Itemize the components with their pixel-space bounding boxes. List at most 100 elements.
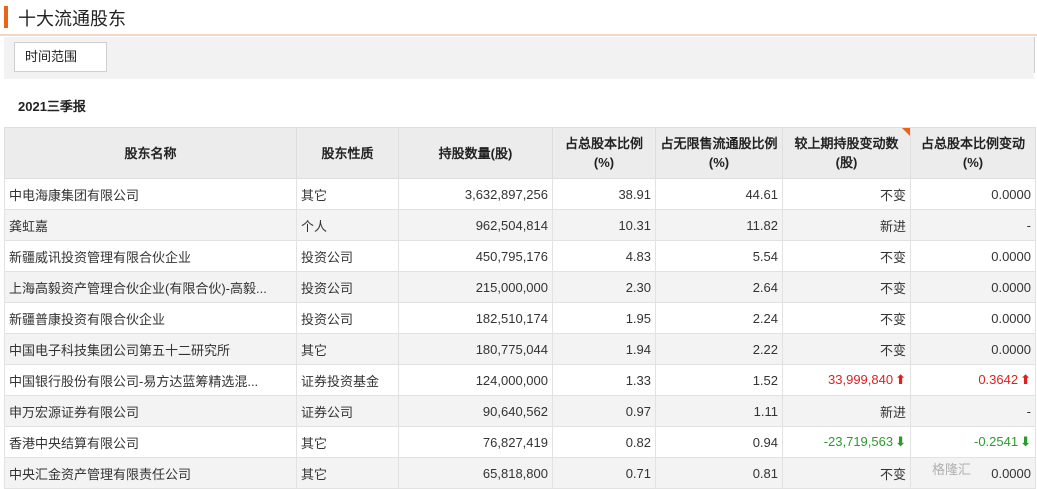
cell-nature-text: 投资公司	[301, 280, 354, 296]
cell-pct-total-text: 2.30	[625, 279, 651, 295]
cell-pct-float: 2.24	[655, 302, 783, 334]
cell-name: 中国电子科技集团公司第五十二研究所	[4, 333, 297, 365]
cell-pct-change: 0.0000	[910, 333, 1036, 365]
filter-bar	[4, 37, 1034, 79]
cell-change: 不变	[782, 302, 911, 334]
arrow-down-icon: ⬇	[1020, 434, 1031, 449]
column-header-name[interactable]: 股东名称	[4, 127, 297, 179]
cell-pct-float-text: 2.22	[752, 341, 778, 357]
cell-nature-text: 个人	[301, 218, 328, 234]
cell-pct-change: 0.0000	[910, 240, 1036, 272]
cell-pct-change-text: -	[1026, 403, 1031, 419]
column-header-nature[interactable]: 股东性质	[296, 127, 399, 179]
section-header: 十大流通股东	[0, 0, 1037, 36]
cell-pct-change: -	[910, 209, 1036, 241]
cell-pct-change: 0.0000	[910, 457, 1036, 489]
cell-nature-text: 其它	[301, 466, 328, 482]
cell-name-text: 香港中央结算有限公司	[9, 435, 140, 451]
column-header-change-label: 较上期持股变动数(股)	[794, 136, 899, 170]
cell-pct-change-text: 0.0000	[991, 186, 1031, 202]
cell-nature: 其它	[296, 333, 399, 365]
cell-pct-float-text: 44.61	[745, 186, 778, 202]
cell-pct-float: 5.54	[655, 240, 783, 272]
cell-pct-total-text: 0.97	[625, 403, 651, 419]
cell-pct-total: 1.95	[552, 302, 656, 334]
cell-nature-text: 证券公司	[301, 404, 354, 420]
table-row[interactable]: 新疆普康投资有限合伙企业 投资公司 182,510,174 1.95 2.24 不变 0.0…	[4, 302, 1036, 334]
cell-nature-text: 投资公司	[301, 249, 354, 265]
cell-change-text: 新进	[879, 218, 906, 234]
cell-change: 不变	[782, 178, 911, 210]
cell-nature-text: 其它	[301, 187, 328, 203]
cell-pct-change-text: 0.0000	[991, 465, 1031, 481]
cell-change: 不变	[782, 271, 911, 303]
cell-shares-text: 76,827,419	[482, 434, 548, 450]
cell-change: 新进	[782, 395, 911, 427]
cell-shares: 215,000,000	[398, 271, 553, 303]
cell-pct-total-text: 0.71	[625, 465, 651, 481]
table-row[interactable]: 中电海康集团有限公司 其它 3,632,897,256 38.91 44.61 不变 0.0…	[4, 178, 1036, 210]
time-range-button[interactable]: 时间范围	[14, 42, 107, 72]
cell-pct-float: 1.11	[655, 395, 783, 427]
cell-change-text: 新进	[879, 404, 906, 420]
cell-shares: 65,818,800	[398, 457, 553, 489]
cell-shares-text: 215,000,000	[475, 279, 548, 295]
cell-name: 中电海康集团有限公司	[4, 178, 297, 210]
cell-pct-change: 0.3642 ⬆	[910, 364, 1036, 396]
cell-change: 不变	[782, 240, 911, 272]
cell-name-text: 申万宏源证券有限公司	[9, 404, 140, 420]
cell-pct-float: 0.94	[655, 426, 783, 458]
cell-pct-change-text: 0.0000	[991, 279, 1031, 295]
cell-pct-float: 1.52	[655, 364, 783, 396]
cell-nature: 其它	[296, 178, 399, 210]
table-row[interactable]: 香港中央结算有限公司 其它 76,827,419 0.82 0.94 -23,719,56…	[4, 426, 1036, 458]
cell-nature-text: 证券投资基金	[301, 373, 380, 389]
column-header-change[interactable]: 较上期持股变动数(股)	[782, 127, 911, 179]
table-row[interactable]: 申万宏源证券有限公司 证券公司 90,640,562 0.97 1.11 新进 -	[4, 395, 1036, 427]
table-row[interactable]: 龚虹嘉 个人 962,504,814 10.31 11.82 新进 -	[4, 209, 1036, 241]
arrow-down-icon: ⬇	[895, 434, 906, 449]
arrow-up-icon: ⬆	[895, 372, 906, 387]
cell-change-text: 不变	[879, 280, 906, 296]
shareholders-table: 股东名称 股东性质 持股数量(股) 占总股本比例(%) 占无限售流通股比例(%)…	[4, 127, 1036, 489]
cell-shares-text: 65,818,800	[482, 465, 548, 481]
cell-name: 中央汇金资产管理有限责任公司	[4, 457, 297, 489]
cell-pct-total: 0.82	[552, 426, 656, 458]
cell-change-text: -23,719,563	[823, 434, 894, 449]
cell-nature: 个人	[296, 209, 399, 241]
column-header-pct-total[interactable]: 占总股本比例(%)	[552, 127, 656, 179]
cell-shares-text: 182,510,174	[475, 310, 548, 326]
table-row[interactable]: 中国电子科技集团公司第五十二研究所 其它 180,775,044 1.94 2.22 不变…	[4, 333, 1036, 365]
cell-pct-change: -	[910, 395, 1036, 427]
cell-shares: 450,795,176	[398, 240, 553, 272]
cell-pct-float-text: 2.64	[752, 279, 778, 295]
cell-shares: 180,775,044	[398, 333, 553, 365]
cell-shares-text: 3,632,897,256	[464, 186, 548, 202]
column-header-shares[interactable]: 持股数量(股)	[398, 127, 553, 179]
cell-pct-total-text: 1.94	[625, 341, 651, 357]
divider	[1034, 37, 1035, 73]
cell-pct-total: 38.91	[552, 178, 656, 210]
cell-pct-total-text: 38.91	[618, 186, 651, 202]
cell-change: 33,999,840 ⬆	[782, 364, 911, 396]
cell-shares-text: 962,504,814	[475, 217, 548, 233]
cell-name-text: 中国银行股份有限公司-易方达蓝筹精选混...	[9, 373, 259, 389]
cell-shares: 3,632,897,256	[398, 178, 553, 210]
cell-change-text: 不变	[879, 249, 906, 265]
cell-name-text: 新疆威讯投资管理有限合伙企业	[9, 249, 192, 265]
cell-pct-change-text: -	[1026, 217, 1031, 233]
cell-pct-float-text: 2.24	[752, 310, 778, 326]
table-row[interactable]: 新疆威讯投资管理有限合伙企业 投资公司 450,795,176 4.83 5.54 不变 0…	[4, 240, 1036, 272]
table-row[interactable]: 中央汇金资产管理有限责任公司 其它 65,818,800 0.71 0.81 不变 0.00…	[4, 457, 1036, 489]
cell-name: 龚虹嘉	[4, 209, 297, 241]
cell-nature: 投资公司	[296, 240, 399, 272]
cell-change-text: 不变	[879, 187, 906, 203]
cell-shares-text: 124,000,000	[475, 372, 548, 388]
table-row[interactable]: 中国银行股份有限公司-易方达蓝筹精选混... 证券投资基金 124,000,000 1…	[4, 364, 1036, 396]
cell-name-text: 上海高毅资产管理合伙企业(有限合伙)-高毅...	[9, 280, 267, 296]
column-header-pct-float[interactable]: 占无限售流通股比例(%)	[655, 127, 783, 179]
cell-nature: 投资公司	[296, 302, 399, 334]
cell-nature-text: 投资公司	[301, 311, 354, 327]
table-row[interactable]: 上海高毅资产管理合伙企业(有限合伙)-高毅... 投资公司 215,000,000 2…	[4, 271, 1036, 303]
column-header-pct-change[interactable]: 占总股本比例变动(%)	[910, 127, 1036, 179]
